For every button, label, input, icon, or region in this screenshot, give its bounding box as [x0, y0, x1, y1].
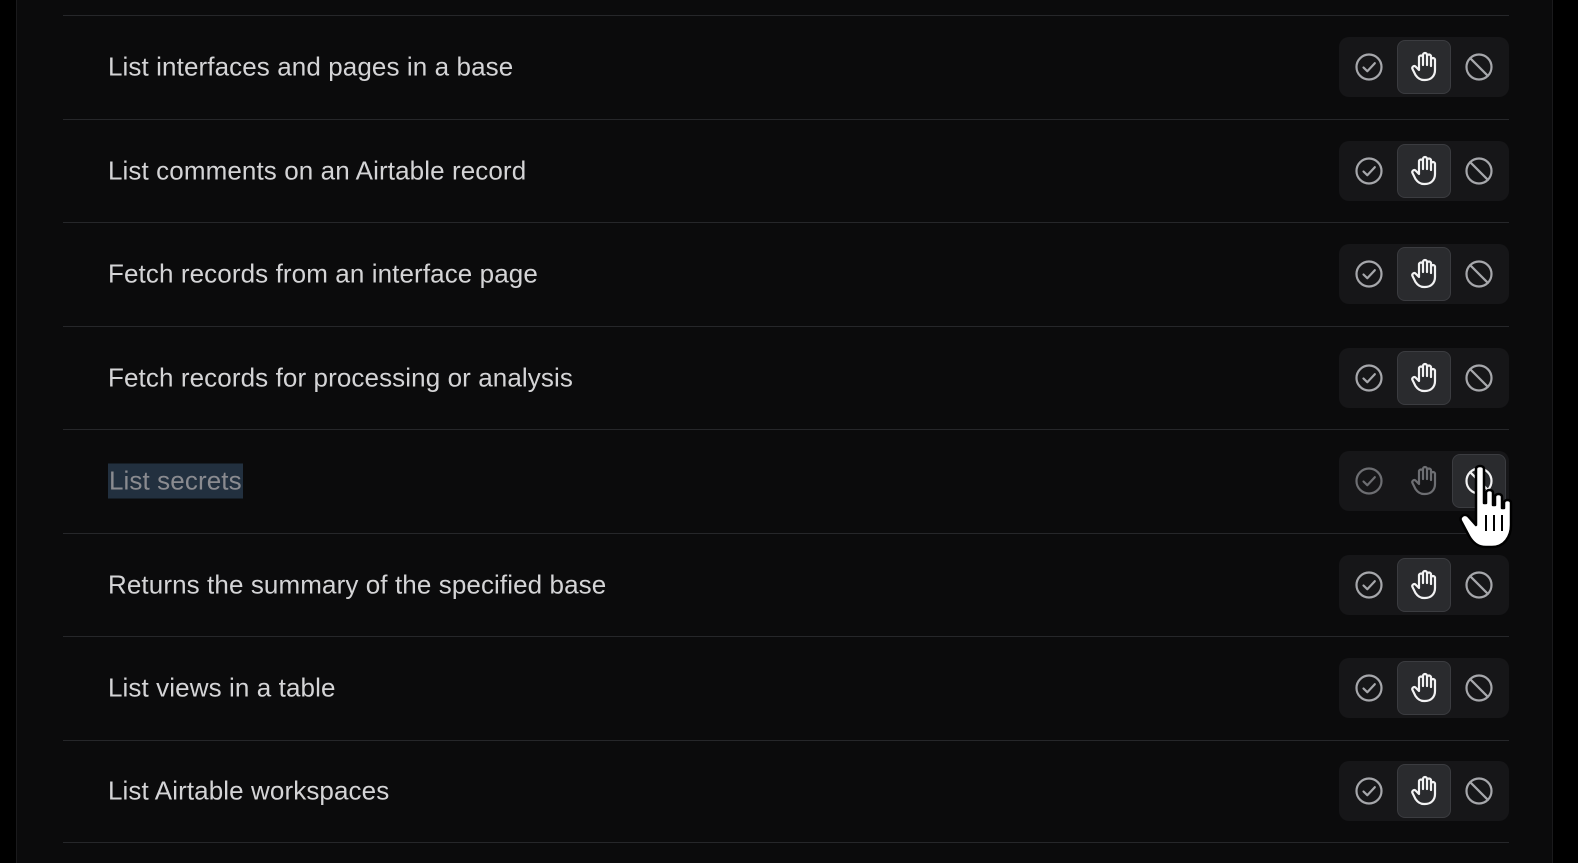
tool-row: Fetch records for processing or analysis [63, 325, 1509, 430]
allow-button[interactable] [1342, 558, 1396, 612]
tool-label: List views in a table [108, 672, 336, 703]
allow-button[interactable] [1342, 40, 1396, 94]
hand-icon [1409, 155, 1439, 187]
tool-row: Returns the summary of the specified bas… [63, 532, 1509, 637]
check-circle-icon [1354, 776, 1384, 806]
block-icon [1464, 466, 1494, 496]
tool-label: List comments on an Airtable record [108, 155, 527, 186]
ask-button[interactable] [1397, 557, 1451, 612]
hand-icon [1409, 672, 1439, 704]
tool-row: List interfaces and pages in a base [63, 15, 1509, 119]
allow-button[interactable] [1342, 351, 1396, 405]
tool-row: List Airtable workspaces [63, 739, 1509, 843]
tool-row: List secrets [63, 429, 1509, 533]
check-circle-icon [1354, 363, 1384, 393]
block-button[interactable] [1452, 764, 1506, 818]
block-icon [1464, 52, 1494, 82]
tool-row: List views in a table [63, 636, 1509, 740]
allow-button[interactable] [1342, 144, 1396, 198]
ask-button[interactable] [1397, 350, 1451, 405]
ask-button[interactable] [1397, 454, 1451, 508]
allow-button[interactable] [1342, 247, 1396, 301]
permission-selector [1339, 554, 1509, 615]
tool-label: Fetch records from an interface page [108, 258, 538, 289]
ask-button[interactable] [1397, 143, 1451, 198]
ask-button[interactable] [1397, 661, 1451, 716]
block-icon [1464, 363, 1494, 393]
hand-icon [1409, 775, 1439, 807]
check-circle-icon [1354, 570, 1384, 600]
tool-label: List secrets [108, 463, 243, 499]
ask-button[interactable] [1397, 764, 1451, 819]
block-icon [1464, 259, 1494, 289]
block-icon [1464, 776, 1494, 806]
tool-label: Fetch records for processing or analysis [108, 362, 573, 393]
hand-icon [1409, 258, 1439, 290]
block-button[interactable] [1452, 40, 1506, 94]
block-button[interactable] [1452, 144, 1506, 198]
allow-button[interactable] [1342, 764, 1396, 818]
ask-button[interactable] [1397, 40, 1451, 95]
tool-permission-list: List interfaces and pages in a base List … [63, 15, 1509, 843]
permission-selector [1339, 658, 1509, 719]
tool-label: Returns the summary of the specified bas… [108, 569, 607, 600]
permission-selector [1339, 761, 1509, 822]
check-circle-icon [1354, 466, 1384, 496]
block-button[interactable] [1452, 454, 1506, 509]
check-circle-icon [1354, 259, 1384, 289]
block-icon [1464, 156, 1494, 186]
check-circle-icon [1354, 52, 1384, 82]
block-icon [1464, 673, 1494, 703]
hand-icon [1409, 51, 1439, 83]
block-button[interactable] [1452, 661, 1506, 715]
block-button[interactable] [1452, 247, 1506, 301]
hand-icon [1409, 362, 1439, 394]
tool-label: List Airtable workspaces [108, 775, 390, 806]
permission-selector [1339, 451, 1509, 512]
hand-icon [1409, 465, 1439, 497]
permission-selector [1339, 347, 1509, 408]
tool-row: List comments on an Airtable record [63, 118, 1509, 223]
hand-icon [1409, 569, 1439, 601]
allow-button[interactable] [1342, 454, 1396, 508]
tool-permissions-panel: List interfaces and pages in a base List … [16, 0, 1553, 863]
permission-selector [1339, 244, 1509, 305]
tool-row: Fetch records from an interface page [63, 222, 1509, 326]
tool-label: List interfaces and pages in a base [108, 51, 514, 82]
block-icon [1464, 570, 1494, 600]
permission-selector [1339, 140, 1509, 201]
allow-button[interactable] [1342, 661, 1396, 715]
ask-button[interactable] [1397, 247, 1451, 302]
permission-selector [1339, 37, 1509, 98]
block-button[interactable] [1452, 558, 1506, 612]
block-button[interactable] [1452, 351, 1506, 405]
check-circle-icon [1354, 673, 1384, 703]
check-circle-icon [1354, 156, 1384, 186]
